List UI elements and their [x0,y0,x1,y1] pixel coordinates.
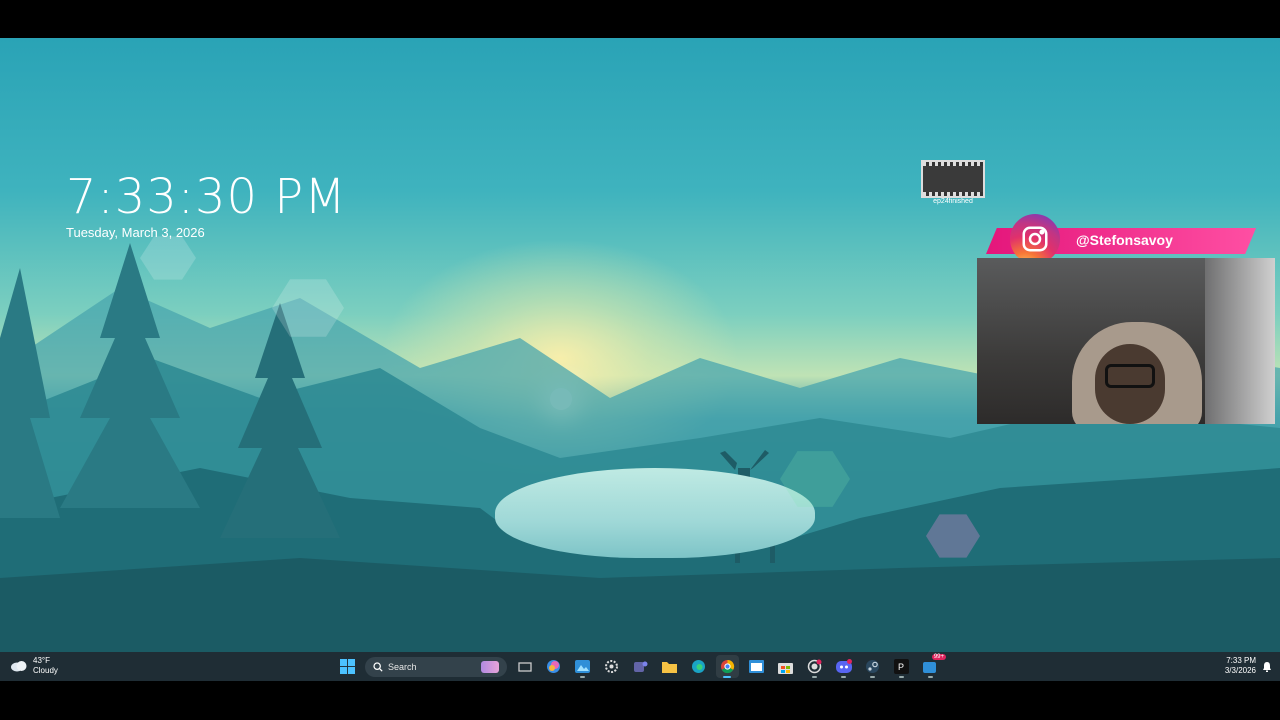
desktop-clock-widget: 7:33:30 PM Tuesday, March 3, 2026 [66,171,347,240]
running-indicator [580,676,585,678]
letterbox-bottom [0,681,1280,720]
weather-condition: Cloudy [33,666,58,675]
chrome-icon [721,659,735,674]
copilot-icon [547,660,560,673]
weather-temperature: 43°F [33,656,50,665]
notifications-app-icon [923,661,936,673]
terminal-app-icon: P [894,659,909,674]
running-indicator [841,676,846,678]
running-indicator [812,676,817,678]
gear-app-button[interactable] [600,655,623,678]
running-indicator [928,676,933,678]
task-view-button[interactable] [513,655,536,678]
taskbar-apps: Search P 99+ [336,654,946,679]
desktop-icon-label: ep24finished [933,198,973,205]
search-icon [373,661,383,672]
steam-icon [866,660,879,673]
store-icon [778,662,793,674]
letterbox-top [0,0,1280,38]
webcam-feed [977,258,1275,424]
app-window-button[interactable] [745,655,768,678]
chrome-button[interactable] [716,655,739,678]
desktop-video-file-icon[interactable]: ep24finished [920,160,986,205]
running-indicator [899,676,904,678]
clock-date: Tuesday, March 3, 2026 [66,225,205,240]
start-button[interactable] [336,655,359,678]
webcam-person-glasses [1105,364,1155,388]
terminal-app-button[interactable]: P [890,655,913,678]
tray-clock[interactable]: 7:33 PM 3/3/2026 [1225,656,1256,676]
record-app-icon [807,659,822,674]
store-button[interactable] [774,655,797,678]
edge-icon [692,660,705,673]
instagram-icon [1010,214,1060,264]
running-indicator [870,676,875,678]
video-thumbnail-icon [921,160,985,198]
search-label: Search [388,661,417,672]
instagram-handle: @Stefonsavoy [1076,232,1173,248]
webcam-wall [1205,258,1275,424]
record-app-button[interactable] [803,655,826,678]
photos-button[interactable] [571,655,594,678]
lake [495,468,815,558]
edge-button[interactable] [687,655,710,678]
teams-icon [634,661,648,672]
steam-button[interactable] [861,655,884,678]
file-explorer-button[interactable] [658,655,681,678]
app-window-icon [749,660,764,673]
instagram-overlay: @Stefonsavoy [978,214,1260,264]
clock-time: 7:33:30 PM [66,169,347,225]
folder-icon [662,662,677,673]
weather-widget[interactable]: 43°F Cloudy [10,656,58,676]
discord-icon [835,659,852,673]
cloud-icon [11,661,27,672]
system-tray: 7:33 PM 3/3/2026 [1225,656,1272,676]
gear-app-icon [605,660,618,673]
svg-text:P: P [898,662,904,672]
active-indicator [723,676,731,678]
taskbar: 43°F Cloudy Search P 99+ 7:33 PM 3/3/202… [0,652,1280,681]
task-view-icon [517,661,532,672]
notification-badge: 99+ [931,654,946,660]
copilot-button[interactable] [542,655,565,678]
search-highlight-icon [481,660,499,673]
notification-bell-icon[interactable] [1262,661,1272,672]
teams-button[interactable] [629,655,652,678]
tray-date: 3/3/2026 [1224,666,1256,675]
photos-icon [575,660,590,673]
notifications-app-button[interactable]: 99+ [919,654,946,678]
windows-start-icon [340,659,355,674]
taskbar-search[interactable]: Search [365,656,507,677]
discord-button[interactable] [832,655,855,678]
tray-time: 7:33 PM [1226,656,1256,665]
